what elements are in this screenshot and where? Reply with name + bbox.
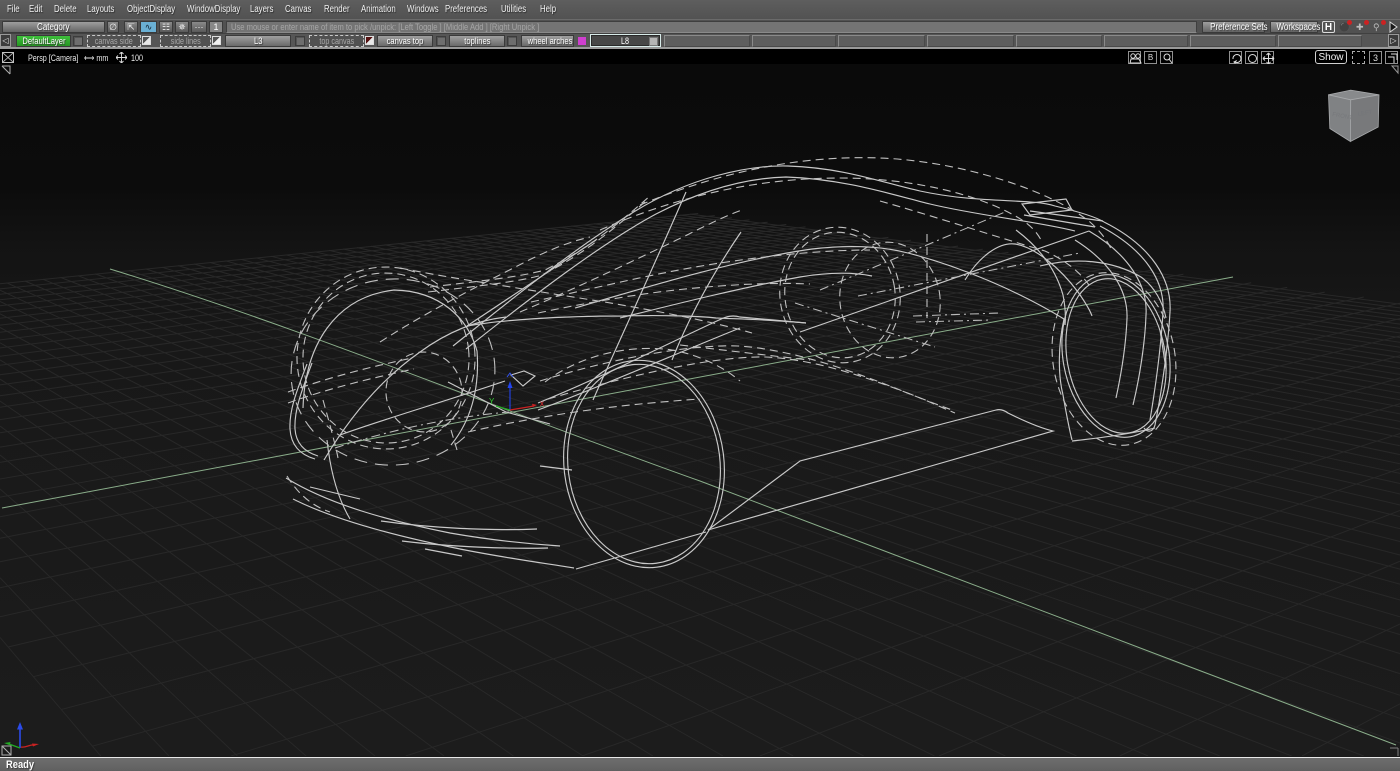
svg-text:Y: Y <box>489 397 495 406</box>
svg-text:x: x <box>540 399 544 408</box>
